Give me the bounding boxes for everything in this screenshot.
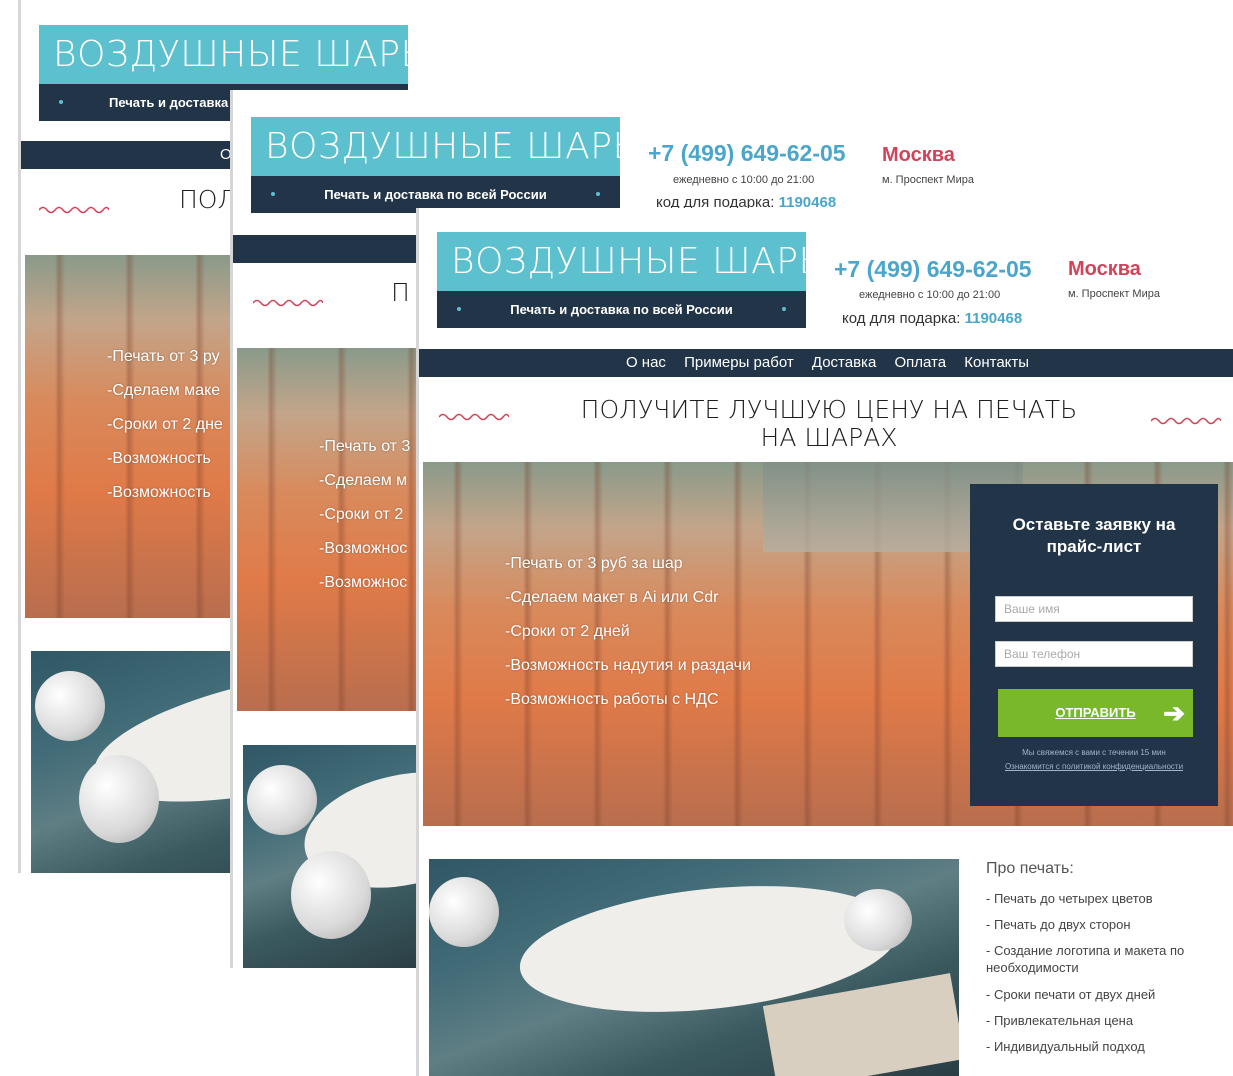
navbar bbox=[233, 235, 423, 263]
about-item: - Сроки печати от двух дней bbox=[986, 987, 1156, 1002]
about-item: - Индивидуальный подход bbox=[986, 1039, 1145, 1054]
screenshot-middle-header: ВОЗДУШНЫЕ ШАРЫ Печать и доставка по всей… bbox=[233, 90, 1033, 213]
about-item: - Печать до четырех цветов bbox=[986, 891, 1153, 906]
logo-tagline: Печать и доставка по всей России bbox=[510, 302, 733, 317]
nav-item-contacts[interactable]: Контакты bbox=[964, 354, 1029, 371]
about-item: - Печать до двух сторон bbox=[986, 917, 1131, 932]
feature-item: -Возможнос bbox=[319, 540, 408, 557]
screenshot-middle: ВОЗДУШНЫЕ ШАРЫ Печать и доставка по всей… bbox=[230, 90, 423, 968]
working-hours: ежедневно с 10:00 до 21:00 bbox=[859, 289, 1001, 301]
nav-item-delivery[interactable]: Доставка bbox=[812, 354, 876, 371]
metro-station: м. Проспект Мира bbox=[882, 174, 974, 186]
hero-banner: -Печать от 3 руб за шар -Сделаем макет в… bbox=[423, 462, 1233, 826]
hero-banner: -Печать от 3 -Сделаем м -Сроки от 2 -Воз… bbox=[237, 348, 423, 711]
privacy-link[interactable]: Ознакомится с политикой конфиденциальнос… bbox=[970, 760, 1218, 774]
feature-item: -Возможность bbox=[107, 484, 211, 501]
about-title: Про печать: bbox=[986, 860, 1074, 877]
logo-title: ВОЗДУШНЫЕ ШАРЫ bbox=[437, 232, 806, 291]
logo-tagline-bar: Печать и доставка по всей России bbox=[437, 291, 806, 328]
bullet-dot-icon bbox=[457, 307, 461, 311]
price-request-form: Оставьте заявку на прайс-лист ОТПРАВИТЬ … bbox=[970, 484, 1218, 806]
features-list: -Печать от 3 руб за шар -Сделаем макет в… bbox=[505, 555, 751, 725]
feature-item: -Сроки от 2 bbox=[319, 506, 404, 523]
squiggle-decoration bbox=[39, 206, 109, 214]
bullet-dot-icon bbox=[59, 100, 63, 104]
feature-item: -Возможность работы с НДС bbox=[505, 691, 719, 708]
submit-label: ОТПРАВИТЬ bbox=[1055, 705, 1136, 720]
navbar: О нас Примеры работ Доставка Оплата Конт… bbox=[419, 349, 1233, 377]
about-printing: Про печать: - Печать до четырех цветов -… bbox=[986, 856, 1226, 1060]
page-heading: ПОЛУЧИТЕ ЛУЧШУЮ ЦЕНУ НА ПЕЧАТЬ НА ШАРАХ bbox=[580, 395, 1078, 452]
logo-title: ВОЗДУШНЫЕ ШАРЫ bbox=[39, 25, 408, 84]
feature-item: -Возможность надутия и раздачи bbox=[505, 657, 751, 674]
phone-number[interactable]: +7 (499) 649-62-05 bbox=[648, 140, 846, 167]
logo[interactable]: ВОЗДУШНЫЕ ШАРЫ Печать и доставка по всей… bbox=[437, 232, 806, 328]
gift-label: код для подарка: bbox=[842, 310, 961, 327]
bullet-dot-icon bbox=[271, 192, 275, 196]
working-hours: ежедневно с 10:00 до 21:00 bbox=[673, 174, 815, 186]
about-item: - Привлекательная цена bbox=[986, 1013, 1134, 1028]
gift-code-value: 1190468 bbox=[964, 310, 1023, 327]
features-list: -Печать от 3 ру -Сделаем маке -Сроки от … bbox=[107, 348, 223, 518]
feature-item: -Возможнос bbox=[319, 574, 408, 591]
screenshot-front: ВОЗДУШНЫЕ ШАРЫ Печать и доставка по всей… bbox=[416, 208, 1233, 1076]
phone-number[interactable]: +7 (499) 649-62-05 bbox=[834, 256, 1032, 283]
feature-item: -Сделаем м bbox=[319, 472, 408, 489]
production-photo bbox=[429, 859, 959, 1076]
squiggle-decoration bbox=[253, 299, 323, 307]
logo-title: ВОЗДУШНЫЕ ШАРЫ bbox=[251, 117, 620, 176]
feature-item: -Сроки от 2 дней bbox=[505, 623, 630, 640]
squiggle-decoration bbox=[439, 413, 509, 421]
bullet-dot-icon bbox=[596, 192, 600, 196]
feature-item: -Сроки от 2 дне bbox=[107, 416, 223, 433]
metro-station: м. Проспект Мира bbox=[1068, 288, 1160, 300]
nav-item-payment[interactable]: Оплата bbox=[894, 354, 946, 371]
arrow-right-icon: ➔ bbox=[1163, 698, 1185, 728]
squiggle-decoration bbox=[1151, 417, 1221, 425]
form-note: Мы свяжемся с вами с течении 15 мин bbox=[1022, 748, 1166, 757]
feature-item: -Возможность bbox=[107, 450, 211, 467]
logo-tagline: Печать и доставка по всей России bbox=[324, 187, 547, 202]
submit-button[interactable]: ОТПРАВИТЬ ➔ bbox=[998, 689, 1193, 737]
bullet-dot-icon bbox=[782, 307, 786, 311]
phone-input[interactable] bbox=[995, 641, 1193, 667]
logo[interactable]: ВОЗДУШНЫЕ ШАРЫ Печать и доставка по всей… bbox=[251, 117, 620, 213]
name-input[interactable] bbox=[995, 596, 1193, 622]
nav-item-about[interactable]: О нас bbox=[626, 354, 666, 371]
feature-item: -Печать от 3 руб за шар bbox=[505, 555, 683, 572]
nav-item-portfolio[interactable]: Примеры работ bbox=[684, 354, 794, 371]
production-photo bbox=[243, 745, 423, 968]
about-item: - Создание логотипа и макета по необходи… bbox=[986, 943, 1185, 975]
city-name: Москва bbox=[1068, 258, 1141, 280]
feature-item: -Печать от 3 bbox=[319, 438, 411, 455]
feature-item: -Печать от 3 ру bbox=[107, 348, 220, 365]
feature-item: -Сделаем маке bbox=[107, 382, 221, 399]
features-list: -Печать от 3 -Сделаем м -Сроки от 2 -Воз… bbox=[319, 438, 410, 608]
gift-code: код для подарка: 1190468 bbox=[842, 310, 1022, 327]
feature-item: -Сделаем макет в Ai или Cdr bbox=[505, 589, 719, 606]
city-name: Москва bbox=[882, 144, 955, 166]
form-title: Оставьте заявку на прайс-лист bbox=[1012, 515, 1176, 556]
